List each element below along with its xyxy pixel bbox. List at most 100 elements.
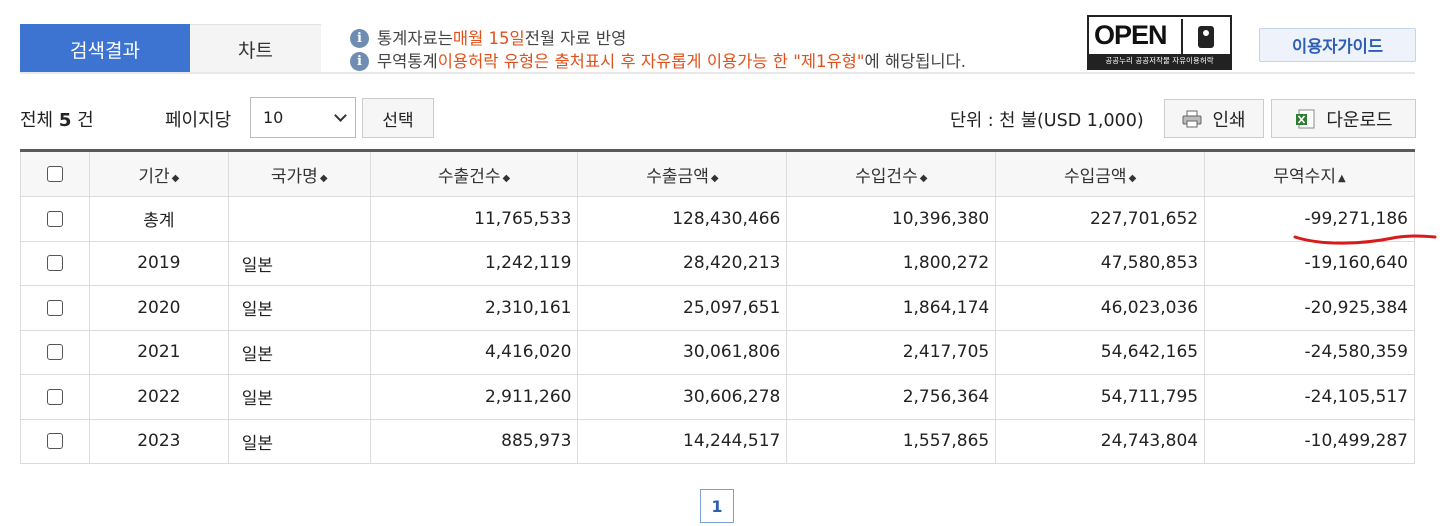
- tab-chart[interactable]: 차트: [190, 24, 321, 74]
- page-button-1[interactable]: 1: [700, 489, 734, 523]
- cell-period: 2020: [88, 285, 229, 331]
- header-export-count[interactable]: 수출건수 ◆: [369, 149, 579, 197]
- cell-period: 2019: [88, 240, 229, 286]
- notice-text: 전월 자료 반영: [524, 29, 627, 48]
- row-checkbox[interactable]: [46, 210, 63, 227]
- cell-country: 일본: [227, 285, 371, 331]
- notice-highlight: 이용허락 유형은 출처표시 후 자유롭게 이용가능 한 "제1유형": [437, 52, 865, 71]
- cell-import-count: 2,417,705: [786, 329, 997, 375]
- header-import-count[interactable]: 수입건수 ◆: [786, 149, 997, 197]
- cell-trade-balance: -10,499,287: [1204, 418, 1415, 464]
- open-logo-text: OPEN: [1094, 20, 1168, 50]
- cell-export-amount: 28,420,213: [577, 240, 788, 286]
- notice-line-1: i 통계자료는 매월 15일 전월 자료 반영: [350, 27, 966, 50]
- cell-period: 2022: [88, 374, 229, 420]
- print-label: 인쇄: [1212, 109, 1246, 131]
- total-unit: 건: [71, 110, 94, 131]
- cell-period: 2021: [88, 329, 229, 375]
- per-page-value: 10: [263, 108, 284, 127]
- user-guide-button[interactable]: 이용자가이드: [1259, 28, 1416, 62]
- header-period[interactable]: 기간 ◆: [88, 149, 229, 197]
- table-row: 2019 일본 1,242,119 28,420,213 1,800,272 4…: [20, 240, 1415, 286]
- sort-asc-icon: ▲: [1337, 172, 1346, 184]
- select-button[interactable]: 선택: [362, 98, 434, 138]
- header-export-amount[interactable]: 수출금액 ◆: [577, 149, 788, 197]
- cell-export-amount: 30,606,278: [577, 374, 788, 420]
- cell-period: 총계: [88, 196, 229, 242]
- cell-import-count: 2,756,364: [786, 374, 997, 420]
- print-button[interactable]: 인쇄: [1164, 99, 1264, 138]
- notice-box: i 통계자료는 매월 15일 전월 자료 반영 i 무역통계 이용허락 유형은 …: [350, 27, 966, 73]
- cell-import-amount: 227,701,652: [995, 196, 1206, 242]
- info-icon: i: [350, 52, 369, 71]
- download-label: 다운로드: [1326, 109, 1393, 131]
- cell-country: 일본: [227, 240, 371, 286]
- cell-export-count: 4,416,020: [369, 329, 579, 375]
- notice-text: 에 해당됩니다.: [864, 52, 967, 71]
- sort-icon: ◆: [710, 172, 719, 184]
- cell-import-count: 1,557,865: [786, 418, 997, 464]
- download-button[interactable]: 다운로드: [1271, 99, 1416, 138]
- notice-text: 통계자료는: [377, 29, 453, 48]
- row-checkbox[interactable]: [46, 255, 63, 272]
- sort-icon: ◆: [502, 172, 511, 184]
- cell-trade-balance: -20,925,384: [1204, 285, 1415, 331]
- cell-import-amount: 54,642,165: [995, 329, 1206, 375]
- excel-icon: [1296, 109, 1315, 128]
- trade-statistics-table: 기간 ◆ 국가명 ◆ 수출건수 ◆ 수출금액 ◆ 수입건수 ◆ 수입금액 ◆ 무역수지 ▲ 총…: [20, 149, 1415, 464]
- table-row-total: 총계 11,765,533 128,430,466 10,396,380 227…: [20, 196, 1415, 242]
- open-logo-subtitle: 공공누리 공공저작물 자유이용허락: [1089, 54, 1230, 68]
- cell-import-amount: 24,743,804: [995, 418, 1206, 464]
- row-checkbox[interactable]: [46, 344, 63, 361]
- row-checkbox[interactable]: [46, 299, 63, 316]
- notice-highlight: 매월 15일: [452, 29, 525, 48]
- per-page-label: 페이지당: [165, 110, 232, 131]
- sort-icon: ◆: [1128, 172, 1137, 184]
- total-count: 전체 5 건: [20, 106, 94, 132]
- cell-import-count: 1,800,272: [786, 240, 997, 286]
- tab-search-results[interactable]: 검색결과: [20, 24, 190, 74]
- cell-import-count: 10,396,380: [786, 196, 997, 242]
- cell-export-count: 11,765,533: [369, 196, 579, 242]
- cell-export-amount: 128,430,466: [577, 196, 788, 242]
- total-label: 전체: [20, 110, 59, 131]
- cell-export-amount: 30,061,806: [577, 329, 788, 375]
- header-country[interactable]: 국가명 ◆: [227, 149, 371, 197]
- select-all-checkbox[interactable]: [46, 166, 63, 182]
- sort-icon: ◆: [319, 172, 328, 184]
- cell-export-count: 885,973: [369, 418, 579, 464]
- kogl-open-license-logo: OPEN 공공누리 공공저작물 자유이용허락: [1087, 15, 1232, 70]
- cell-trade-balance: -24,580,359: [1204, 329, 1415, 375]
- cell-trade-balance: -24,105,517: [1204, 374, 1415, 420]
- total-number: 5: [58, 110, 72, 131]
- table-row: 2020 일본 2,310,161 25,097,651 1,864,174 4…: [20, 285, 1415, 331]
- result-tabs: 검색결과 차트: [20, 24, 321, 74]
- per-page-select[interactable]: 10: [250, 97, 356, 138]
- row-checkbox[interactable]: [46, 433, 63, 450]
- row-checkbox[interactable]: [46, 388, 63, 405]
- cell-export-count: 2,310,161: [369, 285, 579, 331]
- cell-export-amount: 14,244,517: [577, 418, 788, 464]
- header-import-amount[interactable]: 수입금액 ◆: [995, 149, 1206, 197]
- cell-period: 2023: [88, 418, 229, 464]
- cell-export-count: 1,242,119: [369, 240, 579, 286]
- attribution-icon: [1181, 19, 1228, 55]
- header-trade-balance[interactable]: 무역수지 ▲: [1204, 149, 1415, 197]
- table-header-row: 기간 ◆ 국가명 ◆ 수출건수 ◆ 수출금액 ◆ 수입건수 ◆ 수입금액 ◆ 무역수지 ▲: [20, 149, 1415, 197]
- printer-icon: [1182, 110, 1202, 127]
- table-row: 2022 일본 2,911,260 30,606,278 2,756,364 5…: [20, 374, 1415, 420]
- chevron-down-icon: [334, 109, 347, 122]
- info-icon: i: [350, 29, 369, 48]
- sort-icon: ◆: [919, 172, 928, 184]
- unit-label: 단위 : 천 불(USD 1,000): [950, 111, 1144, 131]
- cell-export-amount: 25,097,651: [577, 285, 788, 331]
- cell-country: 일본: [227, 374, 371, 420]
- notice-text: 무역통계: [377, 52, 438, 71]
- tab-divider: [20, 72, 1415, 74]
- cell-import-count: 1,864,174: [786, 285, 997, 331]
- cell-import-amount: 46,023,036: [995, 285, 1206, 331]
- sort-icon: ◆: [171, 172, 180, 184]
- cell-export-count: 2,911,260: [369, 374, 579, 420]
- table-row: 2023 일본 885,973 14,244,517 1,557,865 24,…: [20, 418, 1415, 464]
- select-all-cell: [20, 149, 90, 197]
